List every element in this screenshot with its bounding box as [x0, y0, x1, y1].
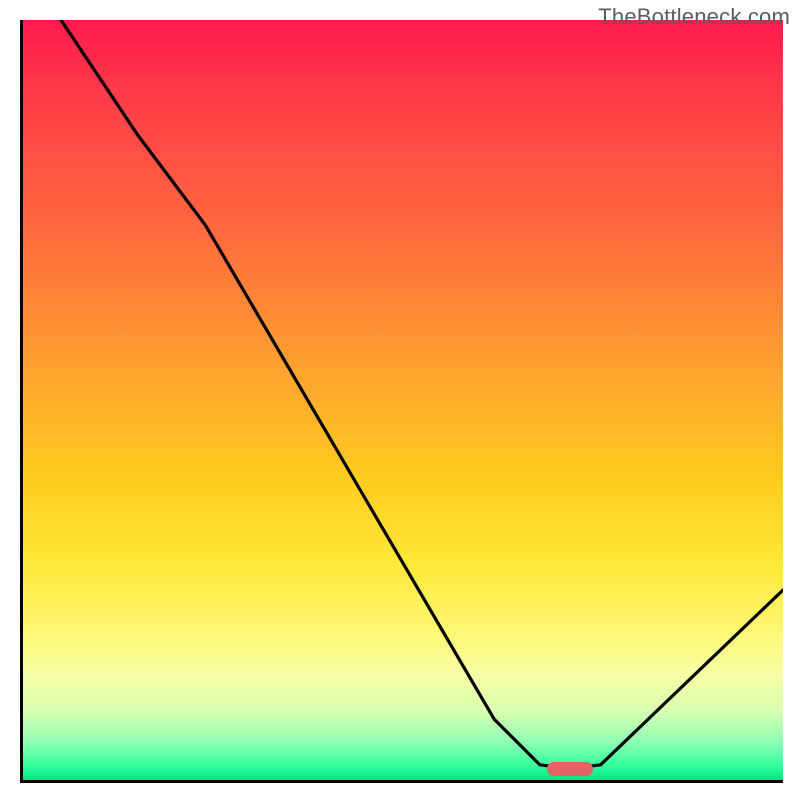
chart-canvas: TheBottleneck.com	[0, 0, 800, 800]
optimal-marker	[547, 762, 593, 776]
curve-path	[61, 20, 783, 769]
bottleneck-curve	[23, 20, 783, 780]
plot-area	[20, 20, 783, 783]
watermark-text: TheBottleneck.com	[598, 4, 790, 30]
